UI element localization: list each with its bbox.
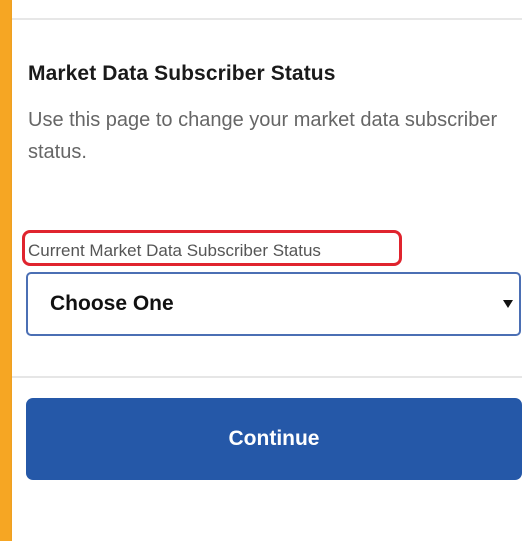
subscriber-status-label: Current Market Data Subscriber Status [28, 241, 321, 260]
caret-down-icon [503, 300, 513, 308]
top-divider [12, 18, 522, 20]
continue-button-label: Continue [228, 427, 320, 450]
subscriber-status-select[interactable]: Choose One [26, 272, 521, 336]
page-description: Use this page to change your market data… [28, 109, 498, 163]
continue-button[interactable]: Continue [26, 398, 522, 480]
section-divider [12, 376, 522, 378]
select-value: Choose One [50, 292, 174, 315]
market-data-page: Market Data Subscriber Status Use this p… [12, 0, 522, 541]
page-title: Market Data Subscriber Status [28, 62, 336, 85]
